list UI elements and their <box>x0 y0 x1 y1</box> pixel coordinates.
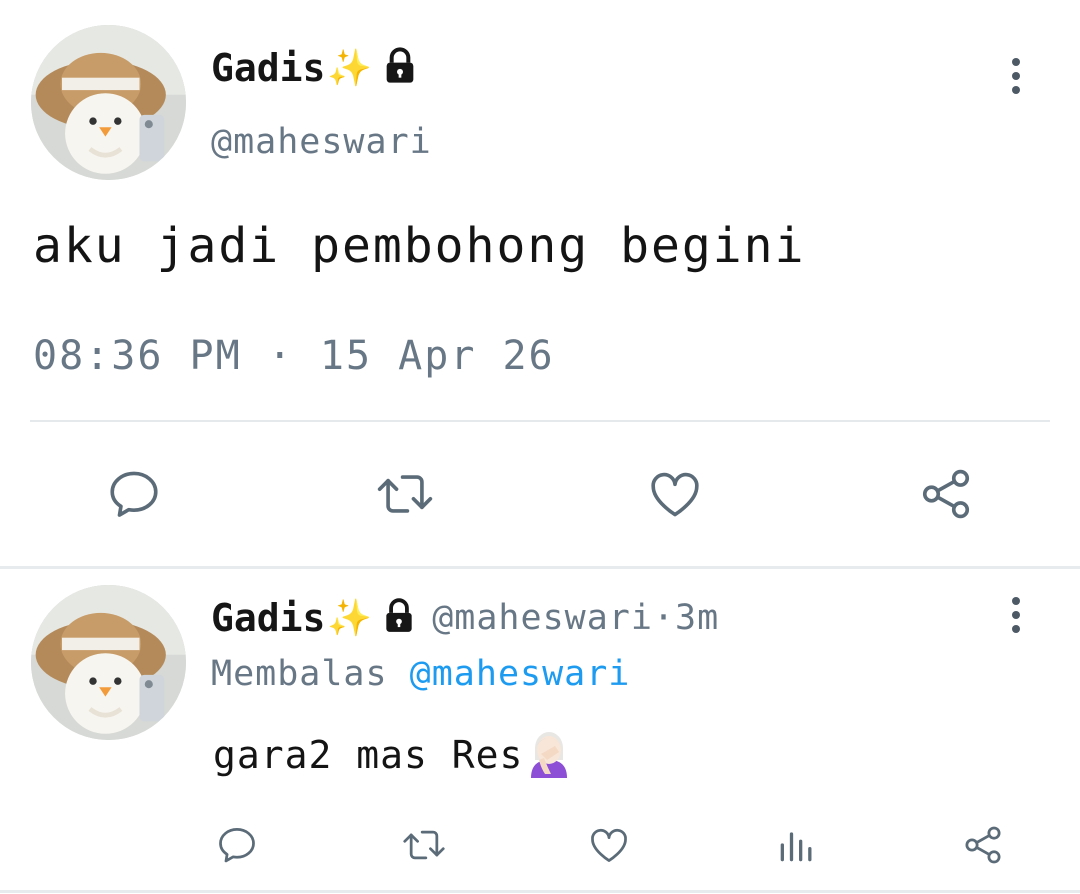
thread-view: Gadis ✨ @maheswari aku jadi pembohong be… <box>0 0 1080 894</box>
share-icon <box>965 826 1001 864</box>
reply-like-button[interactable] <box>584 820 634 870</box>
author-name-row: Gadis ✨ <box>211 38 420 98</box>
retweet-icon <box>403 830 445 860</box>
reply-handle[interactable]: @maheswari <box>432 598 653 638</box>
reply-button[interactable] <box>102 462 166 526</box>
more-icon-dot <box>1012 625 1020 633</box>
more-icon-dot <box>1012 86 1020 94</box>
reply-retweet-button[interactable] <box>396 820 452 870</box>
lock-icon <box>380 597 418 639</box>
reply-views-button[interactable] <box>772 820 822 870</box>
sparkles-emoji: ✨ <box>327 598 373 639</box>
like-button[interactable] <box>643 462 707 526</box>
retweet-icon <box>377 475 433 513</box>
section-separator <box>0 566 1080 569</box>
reply-share-button[interactable] <box>958 820 1008 870</box>
reply-avatar[interactable] <box>31 585 186 740</box>
tweet-timestamp[interactable]: 08:36 PM · 15 Apr 26 <box>33 333 555 379</box>
share-button[interactable] <box>914 462 978 526</box>
more-icon <box>1012 597 1020 605</box>
main-tweet: Gadis ✨ @maheswari aku jadi pembohong be… <box>0 0 1080 560</box>
retweet-button[interactable] <box>370 462 440 526</box>
lock-icon <box>380 46 420 90</box>
bottom-divider <box>0 890 1080 893</box>
share-icon <box>922 469 970 519</box>
tweet-text: aku jadi pembohong begini <box>33 218 806 274</box>
reply-time-ago[interactable]: 3m <box>675 598 719 638</box>
more-icon-dot <box>1012 72 1020 80</box>
sparkles-emoji: ✨ <box>327 48 373 89</box>
reply-text: gara2 mas Res <box>213 728 573 787</box>
like-icon <box>651 472 699 517</box>
display-name[interactable]: Gadis <box>211 46 325 90</box>
replying-to: Membalas @maheswari <box>211 654 630 694</box>
facepalm-emoji <box>525 728 573 787</box>
author-handle[interactable]: @maheswari <box>211 122 432 162</box>
replying-mention-link[interactable]: @maheswari <box>410 654 631 694</box>
reply-text-content: gara2 mas Res <box>213 733 524 777</box>
avatar-image <box>31 25 186 180</box>
reply-author-row: Gadis ✨ @maheswari · 3m <box>211 590 719 646</box>
more-options-button[interactable] <box>1006 58 1026 94</box>
views-icon <box>780 832 812 862</box>
reply-icon <box>219 828 255 863</box>
avatar-image <box>31 585 186 740</box>
reply-icon <box>110 471 158 517</box>
reply-reply-button[interactable] <box>212 820 262 870</box>
separator-dot: · <box>652 598 676 638</box>
reply-more-options-button[interactable] <box>1006 597 1026 633</box>
avatar[interactable] <box>31 25 186 180</box>
like-icon <box>591 828 627 862</box>
more-icon-dot <box>1012 611 1020 619</box>
divider <box>30 420 1050 422</box>
replying-label: Membalas <box>211 654 410 694</box>
more-icon <box>1012 58 1020 66</box>
reply-display-name[interactable]: Gadis <box>211 596 325 640</box>
